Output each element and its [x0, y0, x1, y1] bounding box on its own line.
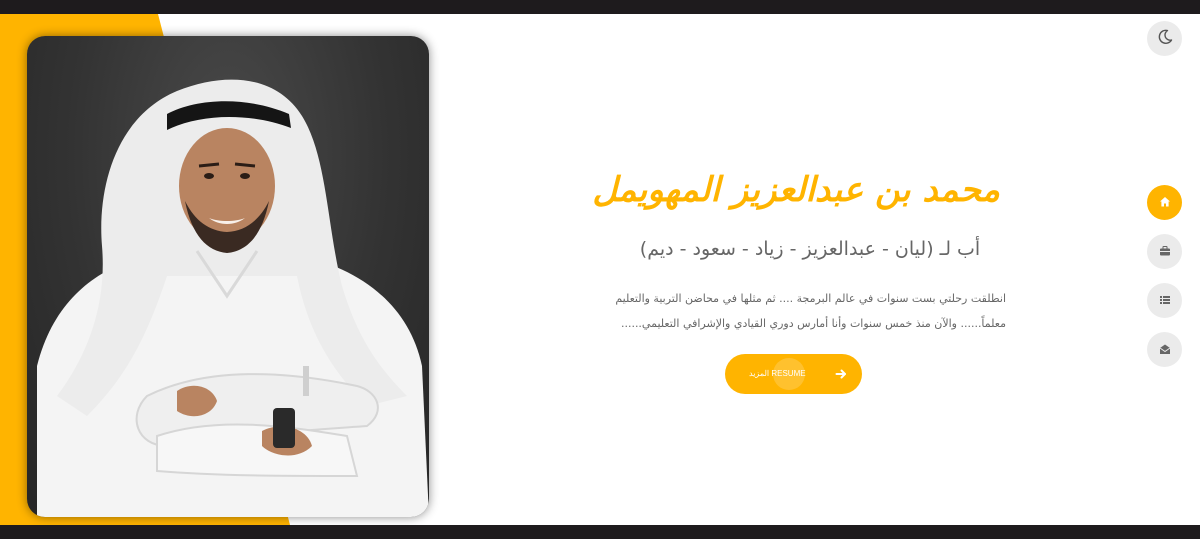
page: محمد بن عبدالعزيز المهويمل أب لـ (ليان -…: [0, 0, 1200, 539]
briefcase-icon: [1159, 242, 1171, 261]
hero-bio-line-1: انطلقت رحلتي بست سنوات في عالم البرمجة .…: [615, 292, 1006, 305]
nav-resume-button[interactable]: [1147, 283, 1182, 318]
hero-bio-line-2: معلماً...... والآن منذ خمس سنوات وأنا أم…: [620, 317, 1006, 330]
moon-icon: [1157, 29, 1173, 49]
nav-contact-button[interactable]: [1147, 332, 1182, 367]
theme-toggle-button[interactable]: [1147, 21, 1182, 56]
top-dark-bar: [0, 0, 1200, 14]
nav-home-button[interactable]: [1147, 185, 1182, 220]
bottom-dark-bar: [0, 525, 1200, 539]
resume-button[interactable]: المزيد RESUME: [725, 354, 862, 394]
nav-portfolio-button[interactable]: [1147, 234, 1182, 269]
list-icon: [1159, 291, 1171, 310]
hero-subtitle: أب لـ (ليان - عبدالعزيز - زياد - سعود - …: [639, 238, 981, 260]
hero-bio: انطلقت رحلتي بست سنوات في عالم البرمجة .…: [570, 286, 1006, 336]
arrow-right-icon: [831, 364, 851, 384]
hero-name: محمد بن عبدالعزيز المهويمل: [592, 170, 1000, 210]
home-icon: [1159, 193, 1171, 212]
resume-button-label: المزيد RESUME: [749, 369, 806, 378]
portrait-illustration: [37, 79, 429, 517]
portrait-photo: [27, 36, 429, 517]
envelope-open-icon: [1159, 340, 1171, 359]
